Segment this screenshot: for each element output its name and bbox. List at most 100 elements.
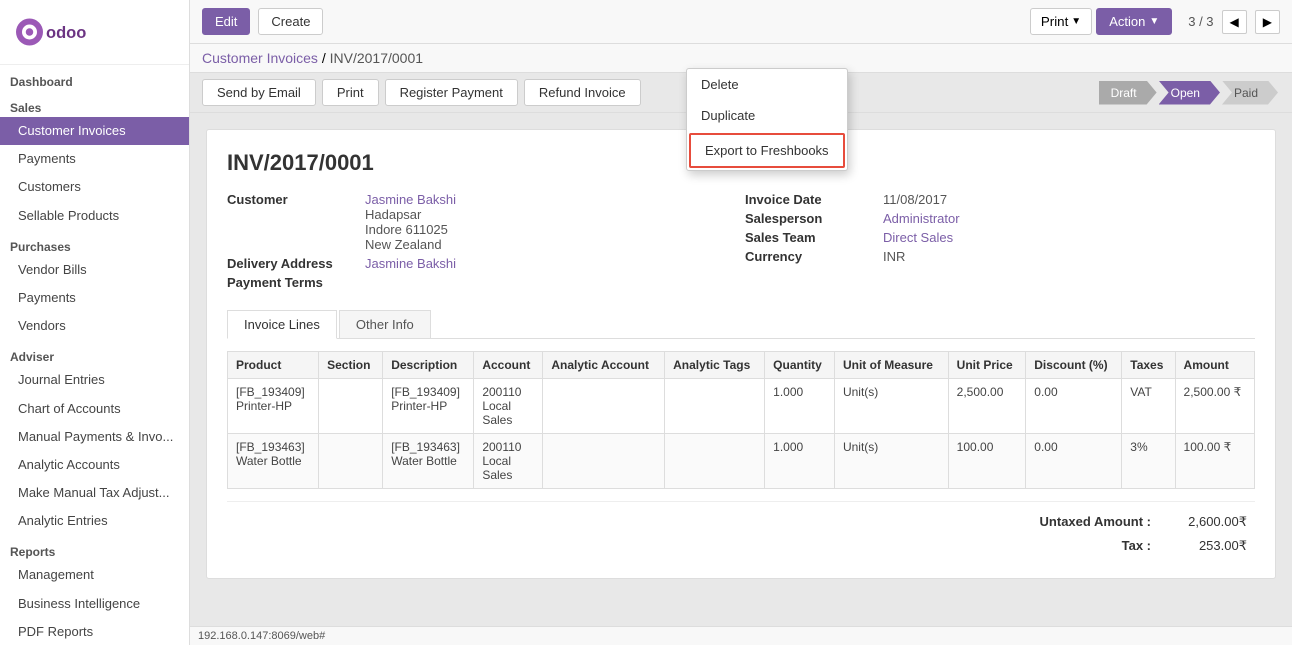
breadcrumb-link[interactable]: Customer Invoices bbox=[202, 50, 318, 66]
print-invoice-button[interactable]: Print bbox=[322, 79, 379, 106]
th-quantity: Quantity bbox=[765, 352, 835, 379]
refund-invoice-button[interactable]: Refund Invoice bbox=[524, 79, 641, 106]
status-paid[interactable]: Paid bbox=[1222, 81, 1278, 105]
th-analytic-account: Analytic Account bbox=[543, 352, 665, 379]
invoice-tabs: Invoice Lines Other Info bbox=[227, 310, 1255, 339]
action-label: Action bbox=[1109, 14, 1145, 29]
dropdown-item-export-freshbooks[interactable]: Export to Freshbooks bbox=[689, 133, 845, 168]
table-row[interactable]: [FB_193409] Printer-HP [FB_193409] Printe… bbox=[228, 379, 1255, 434]
invoice-card: INV/2017/0001 Customer Jasmine Bakshi Ha… bbox=[206, 129, 1276, 579]
table-header-row: Product Section Description Account Anal… bbox=[228, 352, 1255, 379]
customer-label: Customer bbox=[227, 192, 357, 252]
nav-prev-button[interactable]: ◀ bbox=[1222, 10, 1247, 34]
sidebar-item-analytic-entries[interactable]: Analytic Entries bbox=[0, 507, 189, 535]
th-section: Section bbox=[319, 352, 383, 379]
logo-area: odoo bbox=[0, 0, 189, 65]
create-button[interactable]: Create bbox=[258, 8, 323, 35]
nav-counter: 3 / 3 bbox=[1188, 14, 1213, 29]
sidebar-item-customer-invoices[interactable]: Customer Invoices bbox=[0, 117, 189, 145]
delivery-address-value[interactable]: Jasmine Bakshi bbox=[365, 256, 456, 271]
table-cell-0-4 bbox=[543, 379, 665, 434]
breadcrumb-current: INV/2017/0001 bbox=[330, 50, 423, 66]
delivery-address-field: Delivery Address Jasmine Bakshi bbox=[227, 256, 737, 271]
statusbar: Draft Open Paid bbox=[1099, 81, 1280, 105]
table-cell-1-11: 100.00 ₹ bbox=[1175, 434, 1254, 489]
sidebar-item-journal-entries[interactable]: Journal Entries bbox=[0, 366, 189, 394]
sales-team-value[interactable]: Direct Sales bbox=[883, 230, 953, 245]
status-open[interactable]: Open bbox=[1159, 81, 1220, 105]
table-cell-0-10: VAT bbox=[1122, 379, 1175, 434]
sidebar-section-purchases: Purchases Vendor Bills Payments Vendors bbox=[0, 230, 189, 341]
sidebar-item-vendors[interactable]: Vendors bbox=[0, 312, 189, 340]
invoice-date-field: Invoice Date 11/08/2017 bbox=[745, 192, 1255, 207]
sidebar-section-dashboard: Dashboard bbox=[0, 65, 189, 91]
table-row[interactable]: [FB_193463] Water Bottle[FB_193463] Wate… bbox=[228, 434, 1255, 489]
status-draft[interactable]: Draft bbox=[1099, 81, 1157, 105]
register-payment-button[interactable]: Register Payment bbox=[385, 79, 518, 106]
th-taxes: Taxes bbox=[1122, 352, 1175, 379]
dropdown-item-delete[interactable]: Delete bbox=[687, 69, 847, 100]
invoice-table: Product Section Description Account Anal… bbox=[227, 351, 1255, 489]
sidebar-item-analytic-accounts[interactable]: Analytic Accounts bbox=[0, 451, 189, 479]
table-cell-0-11: 2,500.00 ₹ bbox=[1175, 379, 1254, 434]
sidebar-item-manual-payments[interactable]: Manual Payments & Invo... bbox=[0, 423, 189, 451]
action-button[interactable]: Action ▼ bbox=[1096, 8, 1172, 35]
url-bar: 192.168.0.147:8069/web# bbox=[190, 626, 1292, 645]
breadcrumb-separator: / bbox=[322, 50, 330, 66]
sidebar-section-sales: Sales Customer Invoices Payments Custome… bbox=[0, 91, 189, 230]
currency-field: Currency INR bbox=[745, 249, 1255, 264]
sidebar-item-payments-sales[interactable]: Payments bbox=[0, 145, 189, 173]
table-cell-1-1 bbox=[319, 434, 383, 489]
sidebar-item-pdf-reports[interactable]: PDF Reports bbox=[0, 618, 189, 645]
th-unit-price: Unit Price bbox=[948, 352, 1026, 379]
sidebar-item-chart-of-accounts[interactable]: Chart of Accounts bbox=[0, 395, 189, 423]
svg-text:odoo: odoo bbox=[46, 24, 86, 42]
edit-button[interactable]: Edit bbox=[202, 8, 250, 35]
section-title-sales: Sales bbox=[0, 95, 189, 117]
tax-value: 253.00₹ bbox=[1167, 538, 1247, 554]
table-cell-0-1 bbox=[319, 379, 383, 434]
invoice-date-label: Invoice Date bbox=[745, 192, 875, 207]
sidebar-item-vendor-bills[interactable]: Vendor Bills bbox=[0, 256, 189, 284]
print-chevron-icon: ▼ bbox=[1071, 16, 1081, 27]
sidebar-item-payments-purchases[interactable]: Payments bbox=[0, 284, 189, 312]
currency-value: INR bbox=[883, 249, 905, 264]
table-cell-0-5 bbox=[665, 379, 765, 434]
customer-name[interactable]: Jasmine Bakshi bbox=[365, 192, 456, 207]
th-description: Description bbox=[383, 352, 474, 379]
nav-next-button[interactable]: ▶ bbox=[1255, 10, 1280, 34]
untaxed-amount-label: Untaxed Amount : bbox=[1001, 514, 1151, 530]
sidebar-item-sellable-products[interactable]: Sellable Products bbox=[0, 202, 189, 230]
tax-label: Tax : bbox=[1001, 538, 1151, 554]
delivery-address-label: Delivery Address bbox=[227, 256, 357, 271]
section-title-reports: Reports bbox=[0, 539, 189, 561]
totals-section: Untaxed Amount : 2,600.00₹ Tax : 253.00₹ bbox=[227, 501, 1255, 558]
sidebar-item-management[interactable]: Management bbox=[0, 561, 189, 589]
table-cell-0-7: Unit(s) bbox=[834, 379, 948, 434]
payment-terms-label: Payment Terms bbox=[227, 275, 357, 290]
sidebar-item-business-intelligence[interactable]: Business Intelligence bbox=[0, 590, 189, 618]
customer-address-line3: New Zealand bbox=[365, 237, 456, 252]
content-area: INV/2017/0001 Customer Jasmine Bakshi Ha… bbox=[190, 113, 1292, 626]
payment-terms-field: Payment Terms bbox=[227, 275, 737, 290]
tab-other-info[interactable]: Other Info bbox=[339, 310, 431, 338]
th-analytic-tags: Analytic Tags bbox=[665, 352, 765, 379]
tax-row: Tax : 253.00₹ bbox=[227, 534, 1255, 558]
sidebar-item-make-manual-tax[interactable]: Make Manual Tax Adjust... bbox=[0, 479, 189, 507]
topbar: Edit Create Print ▼ Action ▼ 3 / 3 ◀ ▶ bbox=[190, 0, 1292, 44]
print-button[interactable]: Print ▼ bbox=[1030, 8, 1092, 35]
sidebar-section-reports: Reports Management Business Intelligence… bbox=[0, 535, 189, 645]
salesperson-value[interactable]: Administrator bbox=[883, 211, 960, 226]
sales-team-label: Sales Team bbox=[745, 230, 875, 245]
table-cell-0-3: 200110 Local Sales bbox=[474, 379, 543, 434]
customer-field: Customer Jasmine Bakshi Hadapsar Indore … bbox=[227, 192, 737, 252]
sidebar-item-customers[interactable]: Customers bbox=[0, 173, 189, 201]
table-cell-1-5 bbox=[665, 434, 765, 489]
dropdown-item-duplicate[interactable]: Duplicate bbox=[687, 100, 847, 131]
table-cell-0-2: [FB_193409] Printer-HP bbox=[383, 379, 474, 434]
table-cell-0-0: [FB_193409] Printer-HP bbox=[228, 379, 319, 434]
customer-value: Jasmine Bakshi Hadapsar Indore 611025 Ne… bbox=[365, 192, 456, 252]
tab-invoice-lines[interactable]: Invoice Lines bbox=[227, 310, 337, 339]
send-by-email-button[interactable]: Send by Email bbox=[202, 79, 316, 106]
salesperson-label: Salesperson bbox=[745, 211, 875, 226]
